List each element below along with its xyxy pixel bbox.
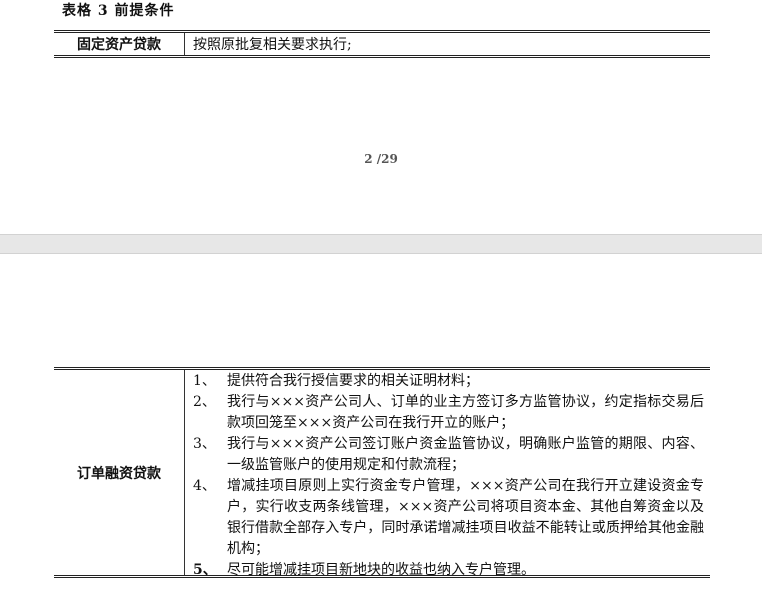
- item-number: 2、: [193, 394, 216, 410]
- list-item: 1、 提供符合我行授信要求的相关证明材料；: [193, 371, 704, 392]
- list-item: 3、 我行与×××资产公司签订账户资金监管协议，明确账户监管的期限、内容、一级监…: [193, 434, 704, 476]
- list-item: 2、 我行与×××资产公司人、订单的业主方签订多方监管协议，约定指标交易后款项回…: [193, 392, 704, 434]
- list-item: 5、 尽可能增减挂项目新地块的收益也纳入专户管理。: [193, 560, 704, 581]
- item-number: 4、: [193, 478, 216, 494]
- page-separator: [0, 234, 762, 254]
- item-number: 1、: [193, 373, 216, 389]
- table-caption: 表格 3 前提条件: [62, 3, 175, 19]
- document-page-bottom: 订单融资贷款 1、 提供符合我行授信要求的相关证明材料； 2、 我行与×××资产…: [0, 254, 762, 590]
- item-number: 5、: [193, 562, 217, 578]
- conditions-table-order-financing: 订单融资贷款 1、 提供符合我行授信要求的相关证明材料； 2、 我行与×××资产…: [54, 367, 710, 578]
- conditions-table-fixed-asset: 固定资产贷款 按照原批复相关要求执行;: [54, 30, 710, 58]
- item-text: 我行与×××资产公司签订账户资金监管协议，明确账户监管的期限、内容、一级监管账户…: [227, 436, 704, 473]
- order-financing-loan-label: 订单融资贷款: [54, 370, 185, 575]
- document-page-top: 表格 3 前提条件 固定资产贷款 按照原批复相关要求执行; 2 /29: [0, 0, 762, 234]
- page-number: 2 /29: [364, 152, 398, 166]
- item-text: 增减挂项目原则上实行资金专户管理，×××资产公司在我行开立建设资金专户，实行收支…: [227, 478, 704, 557]
- item-text: 提供符合我行授信要求的相关证明材料；: [227, 373, 479, 389]
- list-item: 4、 增减挂项目原则上实行资金专户管理，×××资产公司在我行开立建设资金专户，实…: [193, 476, 704, 560]
- item-text: 我行与×××资产公司人、订单的业主方签订多方监管协议，约定指标交易后款项回笼至×…: [227, 394, 704, 431]
- fixed-asset-loan-value: 按照原批复相关要求执行;: [193, 37, 352, 53]
- condition-list: 1、 提供符合我行授信要求的相关证明材料； 2、 我行与×××资产公司人、订单的…: [185, 370, 710, 578]
- item-number: 3、: [193, 436, 216, 452]
- item-text: 尽可能增减挂项目新地块的收益也纳入专户管理。: [227, 562, 535, 578]
- fixed-asset-loan-label: 固定资产贷款: [54, 33, 185, 55]
